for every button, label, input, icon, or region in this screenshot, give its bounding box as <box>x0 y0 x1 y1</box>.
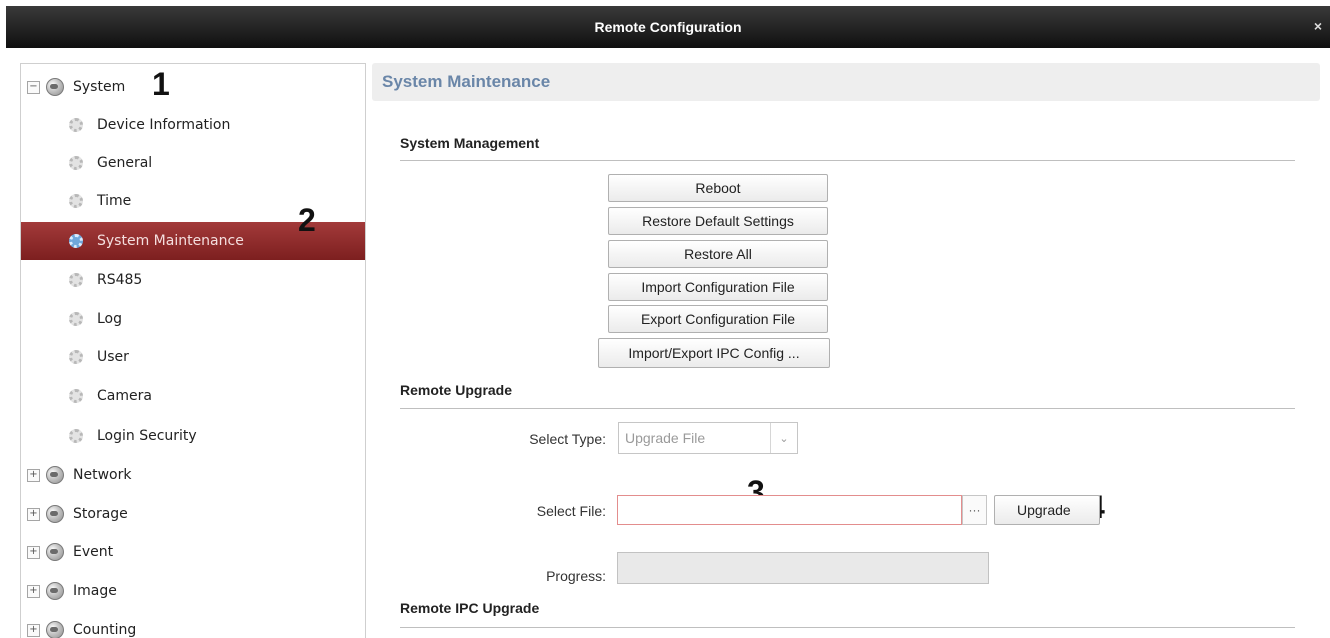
upgrade-button[interactable]: Upgrade <box>994 495 1100 525</box>
tree-node-event[interactable]: + Event <box>21 533 365 571</box>
tree-node-counting[interactable]: + Counting <box>21 611 365 638</box>
divider <box>400 408 1295 409</box>
restore-default-settings-button[interactable]: Restore Default Settings <box>608 207 828 235</box>
expand-icon[interactable]: + <box>27 545 40 559</box>
globe-icon <box>46 543 64 561</box>
expand-icon[interactable]: + <box>27 623 40 637</box>
import-export-ipc-config-button[interactable]: Import/Export IPC Config ... <box>598 338 830 368</box>
tree-item-login-security[interactable]: Login Security <box>21 417 365 455</box>
globe-icon <box>46 466 64 484</box>
import-configuration-file-button[interactable]: Import Configuration File <box>608 273 828 301</box>
tree-item-label: RS485 <box>97 272 143 288</box>
browse-button[interactable]: ··· <box>962 495 987 525</box>
globe-icon <box>46 78 64 96</box>
tree-node-label: Event <box>73 544 114 560</box>
expand-icon[interactable]: + <box>27 584 40 598</box>
tree-item-label: Device Information <box>97 117 231 133</box>
tree-item-log[interactable]: Log <box>21 300 365 338</box>
tree-node-network[interactable]: + Network <box>21 456 365 494</box>
gear-icon <box>69 350 83 364</box>
close-icon[interactable]: × <box>1314 18 1322 34</box>
select-type-value: Upgrade File <box>625 430 706 446</box>
window-title-bar: Remote Configuration × <box>6 6 1330 48</box>
tree-item-label: Login Security <box>97 428 197 444</box>
gear-icon <box>69 429 83 443</box>
expand-icon[interactable]: + <box>27 468 40 482</box>
tree-node-system[interactable]: − System <box>21 68 365 106</box>
tree-node-label: Image <box>73 583 117 599</box>
restore-all-button[interactable]: Restore All <box>608 240 828 268</box>
collapse-icon[interactable]: − <box>27 80 40 94</box>
remote-ipc-upgrade-title: Remote IPC Upgrade <box>400 600 540 616</box>
gear-icon <box>69 234 83 248</box>
page-title: System Maintenance <box>372 63 1320 101</box>
tree-node-storage[interactable]: + Storage <box>21 495 365 533</box>
divider <box>400 627 1295 628</box>
select-type-dropdown[interactable]: Upgrade File ⌄ <box>618 422 798 454</box>
tree-item-label: System Maintenance <box>97 233 244 249</box>
tree-item-label: Log <box>97 311 123 327</box>
globe-icon <box>46 505 64 523</box>
expand-icon[interactable]: + <box>27 507 40 521</box>
divider <box>400 160 1295 161</box>
window-title: Remote Configuration <box>594 19 742 35</box>
tree-item-device-information[interactable]: Device Information <box>21 106 365 144</box>
globe-icon <box>46 582 64 600</box>
annotation-2: 2 <box>298 202 316 238</box>
system-management-title: System Management <box>400 135 540 151</box>
chevron-down-icon[interactable]: ⌄ <box>770 423 797 453</box>
reboot-button[interactable]: Reboot <box>608 174 828 202</box>
tree-item-user[interactable]: User <box>21 338 365 376</box>
tree-node-image[interactable]: + Image <box>21 572 365 610</box>
remote-upgrade-title: Remote Upgrade <box>400 382 513 398</box>
tree-node-label: Storage <box>73 506 128 522</box>
content-panel: System Maintenance System Management Reb… <box>372 63 1330 637</box>
upgrade-progress-bar <box>617 552 989 584</box>
tree-item-label: User <box>97 349 129 365</box>
tree-item-label: Time <box>97 193 132 209</box>
gear-icon <box>69 118 83 132</box>
progress-label: Progress: <box>546 568 606 584</box>
tree-item-rs485[interactable]: RS485 <box>21 261 365 299</box>
tree-node-label: Network <box>73 467 132 483</box>
tree-item-label: Camera <box>97 388 152 404</box>
tree-node-label: Counting <box>73 622 137 638</box>
gear-icon <box>69 273 83 287</box>
gear-icon <box>69 312 83 326</box>
tree-item-label: General <box>97 155 153 171</box>
tree-item-general[interactable]: General <box>21 144 365 182</box>
tree-item-camera[interactable]: Camera <box>21 377 365 415</box>
globe-icon <box>46 621 64 638</box>
export-configuration-file-button[interactable]: Export Configuration File <box>608 305 828 333</box>
tree-node-label: System <box>73 79 126 95</box>
gear-icon <box>69 389 83 403</box>
config-tree: − System Device Information General Time… <box>20 63 366 638</box>
select-file-input[interactable] <box>617 495 962 525</box>
annotation-1: 1 <box>152 66 170 102</box>
gear-icon <box>69 156 83 170</box>
select-type-label: Select Type: <box>529 431 606 447</box>
gear-icon <box>69 194 83 208</box>
select-file-label: Select File: <box>536 503 606 519</box>
